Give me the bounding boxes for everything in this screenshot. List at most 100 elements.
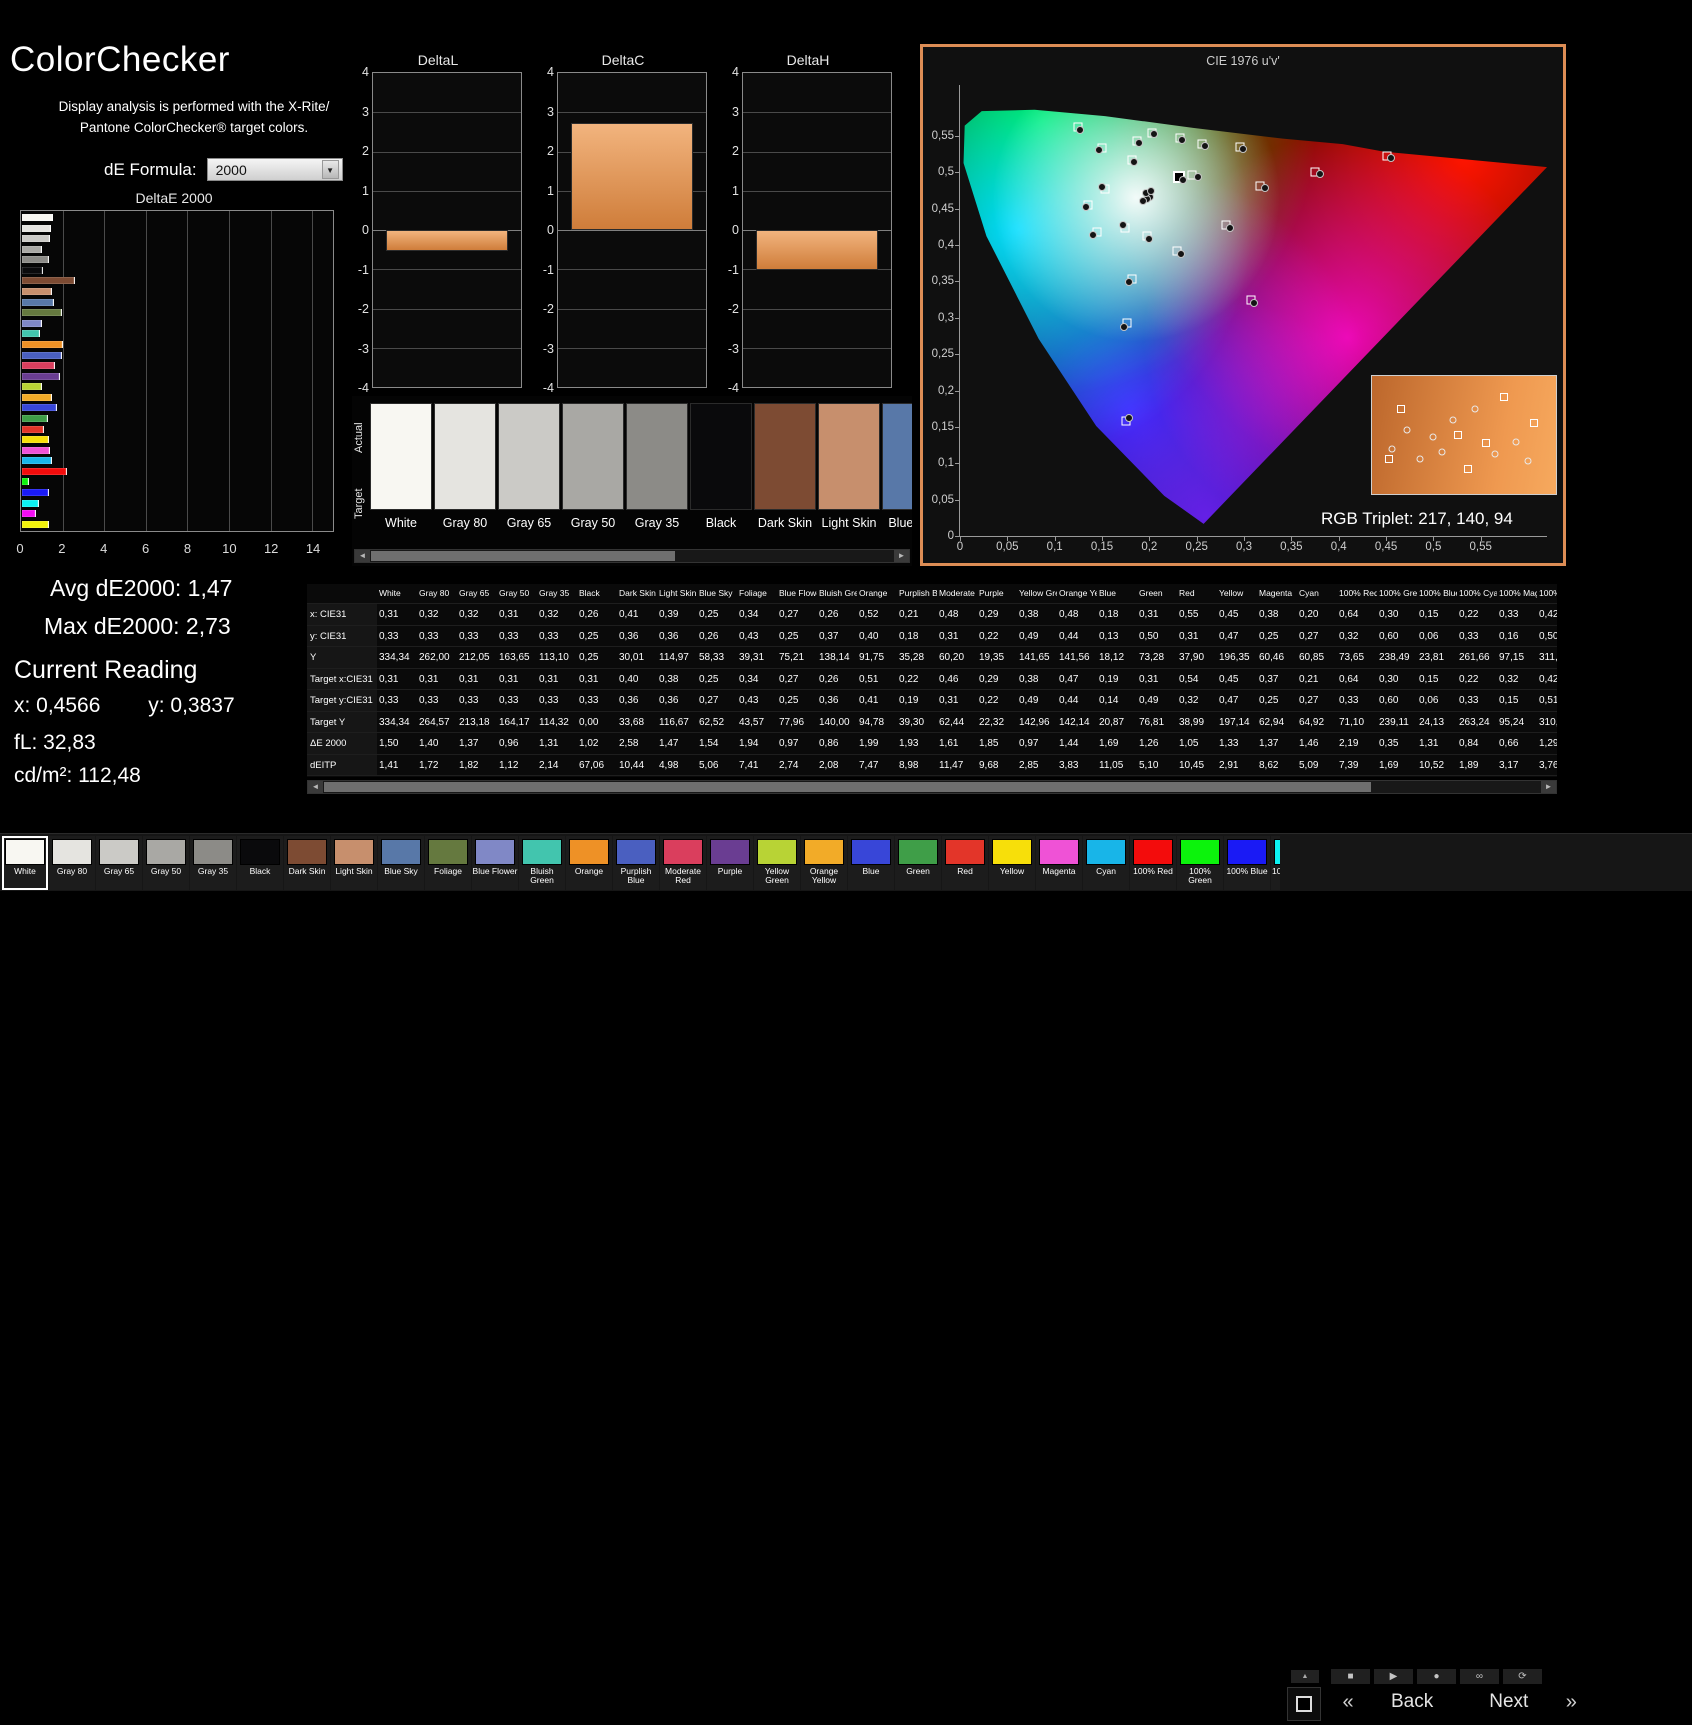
next-button[interactable]: Next	[1475, 1689, 1542, 1715]
patch-button[interactable]: Purple	[707, 836, 753, 890]
patch-button-color	[945, 839, 985, 865]
x-axis-tick-label: 0,4	[1330, 541, 1347, 553]
refresh-button[interactable]: ⟳	[1503, 1669, 1542, 1684]
cie-measured-point	[1239, 145, 1248, 153]
patch-button[interactable]: Gray 80	[49, 836, 95, 890]
scroll-left-icon[interactable]: ◄	[355, 550, 370, 562]
delta-e-bar	[22, 520, 49, 528]
table-cell: 0,33	[459, 630, 479, 642]
display-black-button[interactable]	[1287, 1687, 1321, 1721]
table-cell: 1,89	[1459, 759, 1479, 771]
patch-button[interactable]: Moderate Red	[660, 836, 706, 890]
delta-e-bar	[22, 288, 53, 296]
x-axis-tick-label: 0,05	[996, 541, 1019, 553]
table-cell: 0,55	[1179, 609, 1199, 620]
strip-scroll-thumb[interactable]	[371, 551, 675, 561]
table-cell: 10,45	[1179, 759, 1205, 771]
patch-button[interactable]: Blue Flower	[472, 836, 518, 890]
table-cell: 1,40	[419, 738, 439, 749]
de-formula-value: 2000	[215, 161, 247, 178]
patch-button[interactable]: Magenta	[1036, 836, 1082, 890]
record-button[interactable]: ●	[1417, 1669, 1456, 1684]
table-cell: 1,50	[379, 738, 399, 749]
patch-button[interactable]: White	[2, 836, 48, 890]
patch-button[interactable]: 100% Cyan	[1271, 836, 1280, 890]
patch-button[interactable]: Gray 35	[190, 836, 236, 890]
scroll-left-icon[interactable]: ◄	[308, 781, 323, 793]
patch-button[interactable]: Purplish Blue	[613, 836, 659, 890]
table-scroll-track[interactable]	[323, 781, 1541, 793]
patch-button[interactable]: 100% Blue	[1224, 836, 1270, 890]
table-cell: 261,66	[1459, 652, 1490, 663]
y-axis-tick-label: 0	[732, 223, 739, 237]
y-axis-tick-label: 0,1	[938, 457, 954, 470]
patch-button[interactable]: Cyan	[1083, 836, 1129, 890]
last-page-button[interactable]: »	[1556, 1691, 1586, 1714]
back-button[interactable]: Back	[1377, 1689, 1447, 1715]
chevron-down-icon[interactable]: ▼	[321, 160, 339, 179]
patch-button[interactable]: Bluish Green	[519, 836, 565, 890]
table-cell: 1,37	[1259, 738, 1279, 749]
patch-button[interactable]: Blue Sky	[378, 836, 424, 890]
patch-button[interactable]: Red	[942, 836, 988, 890]
strip-swatch-label: Gray 35	[634, 516, 680, 530]
patch-button[interactable]: 100% Green	[1177, 836, 1223, 890]
chart-plot-area	[372, 72, 522, 388]
delta-e-bar	[22, 224, 51, 232]
patch-button[interactable]: Dark Skin	[284, 836, 330, 890]
first-page-button[interactable]: «	[1333, 1691, 1363, 1714]
patch-button[interactable]: Yellow Green	[754, 836, 800, 890]
cie-measured-point	[1130, 158, 1139, 167]
table-cell: 5,09	[1299, 759, 1319, 771]
delta-e-bar	[22, 298, 54, 306]
table-cell: 0,32	[1339, 630, 1359, 642]
patch-button[interactable]: Light Skin	[331, 836, 377, 890]
patch-button[interactable]: Orange	[566, 836, 612, 890]
collapse-toolbar-button[interactable]: ▲	[1291, 1670, 1319, 1683]
delta-e-bar	[22, 436, 50, 444]
patch-button-label: Orange Yellow	[809, 867, 839, 885]
patch-button-label: Purplish Blue	[620, 867, 652, 885]
table-column-header: 100% Cyan	[1459, 589, 1497, 598]
de-formula-dropdown[interactable]: 2000 ▼	[206, 158, 343, 181]
patch-button[interactable]: Green	[895, 836, 941, 890]
table-cell: 334,34	[379, 716, 410, 728]
delta-e-bar	[22, 404, 57, 412]
patch-button-color	[757, 839, 797, 865]
patch-button[interactable]: Yellow	[989, 836, 1035, 890]
table-cell: 2,08	[819, 759, 839, 771]
delta-e-bar	[22, 489, 50, 497]
table-scroll-thumb[interactable]	[324, 782, 1372, 792]
patch-button[interactable]: Gray 65	[96, 836, 142, 890]
strip-scrollbar[interactable]: ◄ ►	[354, 549, 910, 563]
table-column-header: Red	[1179, 589, 1195, 598]
strip-scroll-track[interactable]	[370, 550, 894, 562]
patch-button[interactable]: Black	[237, 836, 283, 890]
inset-target-point	[1500, 393, 1509, 402]
scroll-right-icon[interactable]: ►	[1541, 781, 1556, 793]
patch-button[interactable]: Foliage	[425, 836, 471, 890]
y-axis-tick-label: 4	[547, 65, 554, 79]
x-axis-tick-label: 8	[183, 541, 192, 556]
table-row: Target y:CIE31 0,33 0,33 0,33 0,33 0,33 0,33 0,…	[307, 690, 1557, 712]
table-cell: 213,18	[459, 716, 490, 728]
loop-button[interactable]: ∞	[1460, 1669, 1499, 1684]
patch-button[interactable]: Gray 50	[143, 836, 189, 890]
patch-button[interactable]: 100% Red	[1130, 836, 1176, 890]
patch-button-label: 100% Blue	[1226, 867, 1268, 876]
table-cell: 212,05	[459, 652, 490, 663]
table-cell: 0,31	[499, 673, 519, 685]
table-scrollbar[interactable]: ◄ ►	[307, 780, 1557, 794]
play-button[interactable]: ▶	[1374, 1669, 1413, 1684]
tick-mark	[955, 426, 960, 428]
inset-measured-point	[1388, 445, 1396, 453]
inset-measured-point	[1403, 426, 1411, 434]
patch-button[interactable]: Orange Yellow	[801, 836, 847, 890]
patch-button[interactable]: Blue	[848, 836, 894, 890]
table-row-label: y: CIE31	[307, 625, 377, 646]
stop-button[interactable]: ■	[1331, 1669, 1370, 1684]
page-title: ColorChecker	[10, 40, 230, 79]
table-cell: 0,36	[659, 695, 679, 706]
scroll-right-icon[interactable]: ►	[894, 550, 909, 562]
table-column-header: Orange Yellow	[1059, 589, 1097, 598]
